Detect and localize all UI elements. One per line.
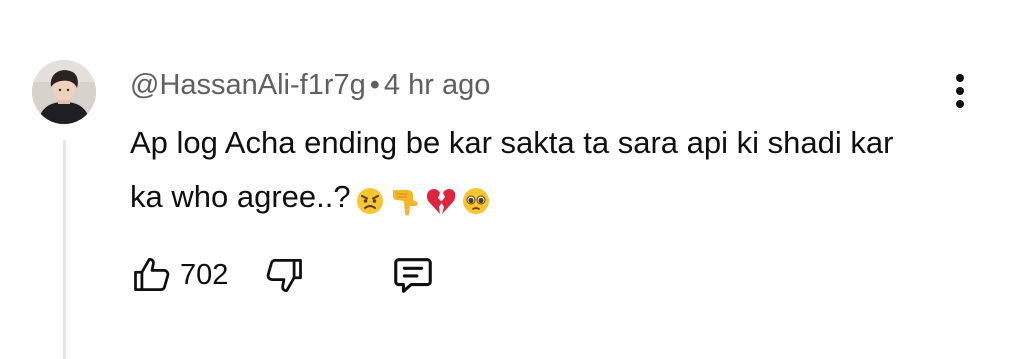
reply-button[interactable] [390,252,436,298]
comment-menu-button[interactable] [942,70,978,114]
avatar[interactable] [32,60,96,124]
comment-time[interactable]: 4 hr ago [384,69,490,101]
pleading-face-emoji [461,186,491,216]
angry-face-emoji [355,186,385,216]
avatar-image [32,60,96,124]
comment-body: Ap log Acha ending be kar sakta ta sara … [130,116,910,224]
reply-comment-icon [394,258,433,293]
comment-text: Ap log Acha ending be kar sakta ta sara … [130,125,894,214]
meta-separator: • [369,69,380,101]
like-button[interactable]: 702 [130,253,228,297]
like-count: 702 [180,258,229,291]
pointing-down-emoji [389,186,421,216]
dislike-button[interactable] [262,253,306,297]
thread-line [63,140,66,359]
more-vertical-icon [956,74,964,108]
comment-card: @HassanAli-f1r7g • 4 hr ago Ap log Acha en… [0,0,1024,359]
comment-actions: 702 [130,250,436,300]
comment-header: @HassanAli-f1r7g • 4 hr ago [130,66,490,104]
broken-heart-emoji [425,186,457,216]
author-handle[interactable]: @HassanAli-f1r7g [130,69,366,101]
thumbs-up-icon [134,258,170,292]
thumbs-down-icon [267,258,303,292]
